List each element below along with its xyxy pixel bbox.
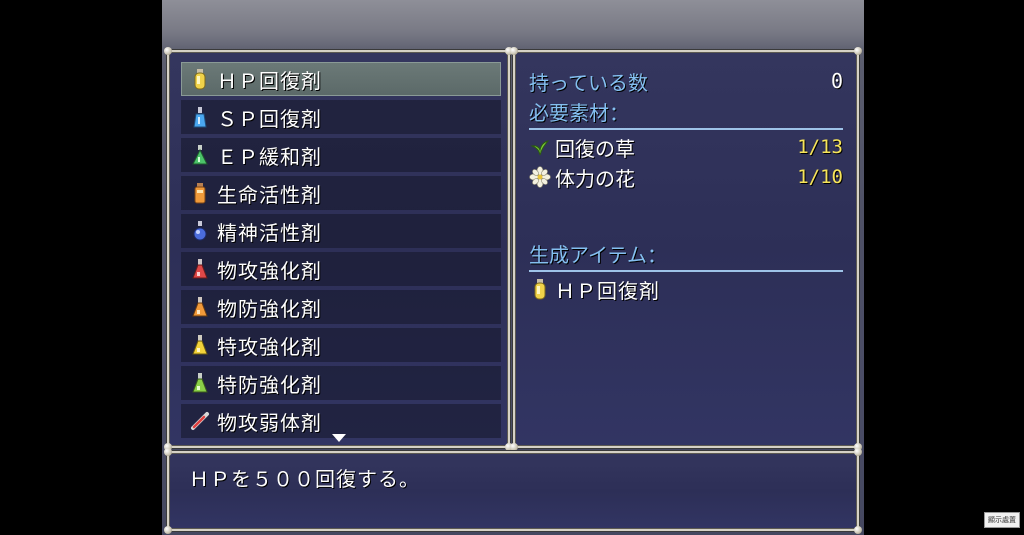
yellow-flask-icon (189, 332, 211, 358)
game-screen: ＨＰ回復剤 ＳＰ回復剤 ＥＰ緩和剤 生命活性剤 精神活性剤 物攻強化剤 物防強化… (162, 0, 864, 535)
materials-heading: 必要素材： (529, 100, 629, 125)
owned-count-row: 持っている数 0 (529, 66, 843, 96)
item-label: 物防強化剤 (217, 296, 322, 321)
detail-window: 持っている数 0 必要素材： 回復の草 1/13 体力の花 1/10 生成アイテ… (510, 47, 862, 451)
owned-value: 0 (830, 69, 843, 93)
orange-bottle-icon (189, 180, 211, 206)
result-item-row: ＨＰ回復剤 (529, 274, 843, 304)
item-label: 特防強化剤 (217, 372, 322, 397)
item-label: ＳＰ回復剤 (217, 106, 322, 131)
list-item-sp-recovery[interactable]: ＳＰ回復剤 (181, 100, 501, 134)
item-list-window: ＨＰ回復剤 ＳＰ回復剤 ＥＰ緩和剤 生命活性剤 精神活性剤 物攻強化剤 物防強化… (164, 47, 513, 451)
material-row: 体力の花 1/10 (529, 162, 843, 192)
item-label: ＥＰ緩和剤 (217, 144, 322, 169)
herb-icon (529, 134, 551, 160)
help-text: ＨＰを５００回復する。 (189, 467, 420, 491)
red-flask-icon (189, 256, 211, 282)
orange-flask-icon (189, 294, 211, 320)
help-window: ＨＰを５００回復する。 (164, 448, 862, 534)
materials-heading-row: 必要素材： (529, 96, 843, 130)
yellow-potion-icon (189, 66, 211, 92)
list-item-mind-activator[interactable]: 精神活性剤 (181, 214, 501, 248)
overlay-button[interactable]: 顯示處置 (984, 512, 1020, 528)
scroll-down-icon[interactable] (331, 434, 346, 442)
blue-bottle-icon (189, 218, 211, 244)
blue-potion-icon (189, 104, 211, 130)
material-count: 1/13 (797, 136, 843, 158)
owned-label: 持っている数 (529, 70, 648, 95)
list-item-phys-atk-down[interactable]: 物攻弱体剤 (181, 404, 501, 438)
yellow-potion-icon (529, 276, 551, 302)
flower-icon (529, 164, 551, 190)
item-label: 生命活性剤 (217, 182, 322, 207)
list-item-hp-recovery[interactable]: ＨＰ回復剤 (181, 62, 501, 96)
list-item-phys-atk-up[interactable]: 物攻強化剤 (181, 252, 501, 286)
item-label: 物攻弱体剤 (217, 410, 322, 435)
result-item-name: ＨＰ回復剤 (555, 278, 660, 303)
material-count: 1/10 (797, 166, 843, 188)
list-item-life-activator[interactable]: 生命活性剤 (181, 176, 501, 210)
material-name: 回復の草 (555, 136, 635, 161)
item-label: 精神活性剤 (217, 220, 322, 245)
item-label: ＨＰ回復剤 (217, 68, 322, 93)
list-item-sp-atk-up[interactable]: 特攻強化剤 (181, 328, 501, 362)
material-row: 回復の草 1/13 (529, 132, 843, 162)
item-label: 特攻強化剤 (217, 334, 322, 359)
result-heading: 生成アイテム： (529, 242, 667, 267)
item-label: 物攻強化剤 (217, 258, 322, 283)
item-list: ＨＰ回復剤 ＳＰ回復剤 ＥＰ緩和剤 生命活性剤 精神活性剤 物攻強化剤 物防強化… (181, 62, 501, 442)
green-potion-icon (189, 142, 211, 168)
list-item-ep-relief[interactable]: ＥＰ緩和剤 (181, 138, 501, 172)
red-syringe-icon (189, 408, 211, 434)
result-heading-row: 生成アイテム： (529, 238, 843, 272)
material-name: 体力の花 (555, 166, 635, 191)
list-item-sp-def-up[interactable]: 特防強化剤 (181, 366, 501, 400)
green-flask-icon (189, 370, 211, 396)
list-item-phys-def-up[interactable]: 物防強化剤 (181, 290, 501, 324)
